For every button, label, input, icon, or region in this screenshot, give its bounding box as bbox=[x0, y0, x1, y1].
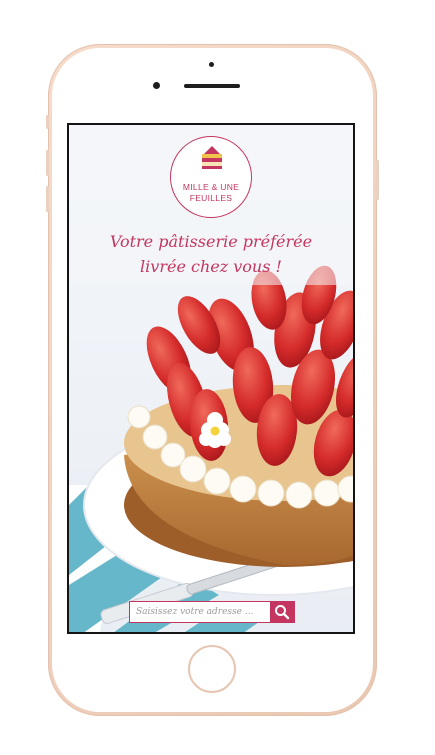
earpiece-speaker bbox=[184, 84, 240, 88]
home-button[interactable] bbox=[188, 645, 236, 693]
address-search-bar bbox=[129, 601, 295, 623]
volume-up-button bbox=[46, 150, 49, 176]
search-button[interactable] bbox=[270, 602, 294, 622]
cake-slice-icon bbox=[202, 146, 222, 169]
brand-name-line2: FEUILLES bbox=[189, 193, 233, 203]
front-camera bbox=[153, 82, 160, 89]
app-screen: MILLE & UNE FEUILLES Votre pâtisserie pr… bbox=[67, 123, 355, 634]
brand-name: MILLE & UNE FEUILLES bbox=[171, 182, 251, 204]
magnifier-icon bbox=[275, 605, 290, 620]
mute-switch bbox=[46, 115, 49, 129]
tagline-line2: livrée chez vous ! bbox=[140, 257, 282, 276]
tagline-line1: Votre pâtisserie préférée bbox=[109, 232, 313, 251]
address-input[interactable] bbox=[130, 602, 270, 622]
proximity-sensor bbox=[209, 62, 214, 67]
volume-down-button bbox=[46, 186, 49, 212]
brand-name-line1: MILLE & UNE bbox=[182, 182, 240, 192]
tagline: Votre pâtisserie préférée livrée chez vo… bbox=[69, 229, 353, 279]
brand-logo: MILLE & UNE FEUILLES bbox=[170, 136, 252, 218]
power-button bbox=[376, 160, 379, 200]
